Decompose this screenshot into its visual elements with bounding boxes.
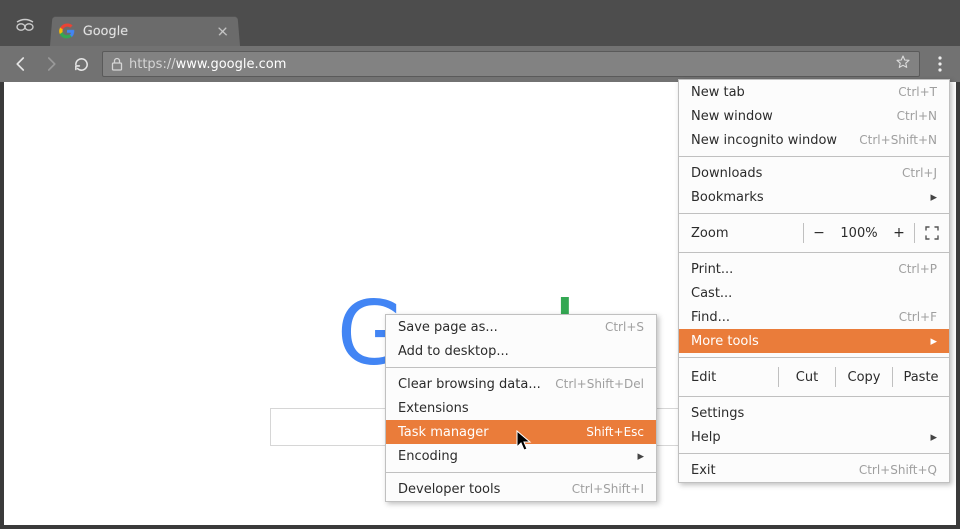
menu-bookmarks[interactable]: Bookmarks▸ — [679, 185, 949, 209]
chevron-right-icon: ▸ — [930, 190, 937, 205]
app-window: Google × https://www.google.com — [0, 0, 960, 529]
submenu-add-desktop[interactable]: Add to desktop... — [386, 339, 656, 363]
chevron-right-icon: ▸ — [930, 334, 937, 349]
menu-separator — [679, 156, 949, 157]
menu-separator — [679, 396, 949, 397]
submenu-developer-tools[interactable]: Developer toolsCtrl+Shift+I — [386, 477, 656, 501]
forward-button[interactable] — [36, 49, 66, 79]
menu-cast[interactable]: Cast... — [679, 281, 949, 305]
menu-zoom-row: Zoom − 100% + — [679, 218, 949, 248]
url-text: https://www.google.com — [129, 57, 286, 72]
zoom-in-button[interactable]: + — [884, 225, 914, 241]
tab-google[interactable]: Google × — [50, 17, 240, 46]
chevron-right-icon: ▸ — [637, 449, 644, 464]
menu-downloads[interactable]: DownloadsCtrl+J — [679, 161, 949, 185]
menu-separator — [386, 472, 656, 473]
menu-find[interactable]: Find...Ctrl+F — [679, 305, 949, 329]
menu-more-tools[interactable]: More tools▸ — [679, 329, 949, 353]
menu-separator — [679, 213, 949, 214]
back-button[interactable] — [6, 49, 36, 79]
menu-separator — [386, 367, 656, 368]
menu-settings[interactable]: Settings — [679, 401, 949, 425]
cut-button[interactable]: Cut — [779, 370, 835, 385]
menu-help[interactable]: Help▸ — [679, 425, 949, 449]
submenu-extensions[interactable]: Extensions — [386, 396, 656, 420]
menu-new-tab[interactable]: New tabCtrl+T — [679, 80, 949, 104]
menu-print[interactable]: Print...Ctrl+P — [679, 257, 949, 281]
tab-close-icon[interactable]: × — [216, 24, 229, 39]
menu-separator — [679, 252, 949, 253]
menu-separator — [679, 357, 949, 358]
zoom-label: Zoom — [691, 226, 803, 241]
menu-separator — [679, 453, 949, 454]
incognito-icon — [14, 14, 36, 36]
submenu-encoding[interactable]: Encoding▸ — [386, 444, 656, 468]
menu-new-incognito[interactable]: New incognito windowCtrl+Shift+N — [679, 128, 949, 152]
menu-button[interactable] — [926, 50, 954, 78]
menu-edit-row: Edit Cut Copy Paste — [679, 362, 949, 392]
submenu-clear-data[interactable]: Clear browsing data...Ctrl+Shift+Del — [386, 372, 656, 396]
more-tools-submenu: Save page as...Ctrl+S Add to desktop... … — [385, 314, 657, 502]
toolbar: https://www.google.com — [0, 46, 960, 82]
bookmark-star-icon[interactable] — [895, 54, 911, 74]
submenu-save-page[interactable]: Save page as...Ctrl+S — [386, 315, 656, 339]
paste-button[interactable]: Paste — [893, 370, 949, 385]
menu-new-window[interactable]: New windowCtrl+N — [679, 104, 949, 128]
favicon-google-icon — [59, 23, 76, 39]
address-bar[interactable]: https://www.google.com — [102, 51, 920, 77]
edit-label: Edit — [691, 370, 778, 385]
tab-title: Google — [82, 24, 217, 39]
lock-icon — [111, 57, 123, 71]
zoom-out-button[interactable]: − — [804, 225, 834, 241]
reload-button[interactable] — [66, 49, 96, 79]
fullscreen-button[interactable] — [915, 226, 949, 240]
main-menu: New tabCtrl+T New windowCtrl+N New incog… — [678, 79, 950, 483]
copy-button[interactable]: Copy — [836, 370, 892, 385]
tab-strip: Google × — [0, 0, 960, 46]
submenu-task-manager[interactable]: Task managerShift+Esc — [386, 420, 656, 444]
zoom-value: 100% — [834, 226, 884, 241]
chevron-right-icon: ▸ — [930, 430, 937, 445]
menu-exit[interactable]: ExitCtrl+Shift+Q — [679, 458, 949, 482]
